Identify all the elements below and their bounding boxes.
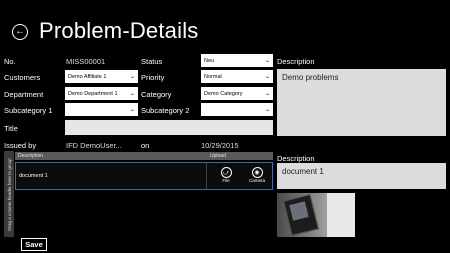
chevron-down-icon: ⌄ [264,58,271,64]
category-label: Category [141,90,172,99]
status-select-value: Neu [204,57,215,64]
subcategory1-label: Subcategory 1 [4,106,53,115]
back-button[interactable]: ← [12,24,28,40]
description-text: Demo problems [282,73,339,82]
issued-date-value: 10/29/2015 [201,141,239,150]
customers-select[interactable]: Demo Affiliate 1 ⌄ [65,70,138,83]
chevron-down-icon: ⌄ [129,107,136,113]
subcategory2-select[interactable]: ⌄ [201,103,273,116]
chevron-down-icon: ⌄ [264,107,271,113]
group-hint-text: Drag a column header here to group [6,157,12,231]
column-header-description[interactable]: Description [18,153,43,159]
department-select[interactable]: Demo Department 1 ⌄ [65,87,138,100]
column-divider [206,163,207,189]
on-label: on [141,141,150,150]
customers-label: Customers [4,73,41,82]
category-select-value: Demo Category [204,90,243,97]
status-select[interactable]: Neu ⌄ [201,54,273,67]
priority-select[interactable]: Normal ⌄ [201,70,273,83]
table-row[interactable]: document 1 ⤻ File ◉ Camera [15,162,273,190]
issued-by-value: IFD DemoUser... [66,141,122,150]
chevron-down-icon: ⌄ [264,91,271,97]
customers-select-value: Demo Affiliate 1 [68,73,107,80]
no-label: No. [4,57,16,66]
title-input[interactable] [65,120,273,135]
document-description-text: document 1 [282,167,324,176]
grid-header: Description Upload [15,152,273,160]
page-title: Problem-Details [39,18,199,43]
file-upload-label: File [222,178,230,183]
document-description-label: Description [277,154,315,163]
document-description-input[interactable]: document 1 [277,163,446,189]
subcategory1-select[interactable]: ⌄ [65,103,138,116]
priority-select-value: Normal [204,73,222,80]
chevron-down-icon: ⌄ [129,91,136,97]
description-label: Description [277,57,315,66]
department-label: Department [4,90,44,99]
department-select-value: Demo Department 1 [68,90,118,97]
camera-icon: ◉ [251,167,263,178]
save-button[interactable]: Save [21,238,47,251]
no-value: MISS00001 [66,57,106,66]
issued-by-label: Issued by [4,141,37,150]
group-panel[interactable]: Drag a column header here to group [4,151,14,237]
status-label: Status [141,57,163,66]
document-photo [277,193,355,237]
category-select[interactable]: Demo Category ⌄ [201,87,273,100]
chevron-down-icon: ⌄ [264,74,271,80]
arrow-left-icon: ← [15,26,25,37]
paperclip-icon: ⤻ [220,167,232,178]
file-upload-button[interactable]: ⤻ File [219,167,233,183]
camera-button[interactable]: ◉ Camera [248,167,266,183]
column-header-upload[interactable]: Upload [210,153,226,159]
subcategory2-label: Subcategory 2 [141,106,190,115]
title-label: Title [4,124,18,133]
chevron-down-icon: ⌄ [129,74,136,80]
priority-label: Priority [141,73,165,82]
camera-label: Camera [248,178,265,183]
wall-shape [327,193,355,237]
row-description: document 1 [19,173,48,179]
description-textarea[interactable]: Demo problems [277,69,446,136]
